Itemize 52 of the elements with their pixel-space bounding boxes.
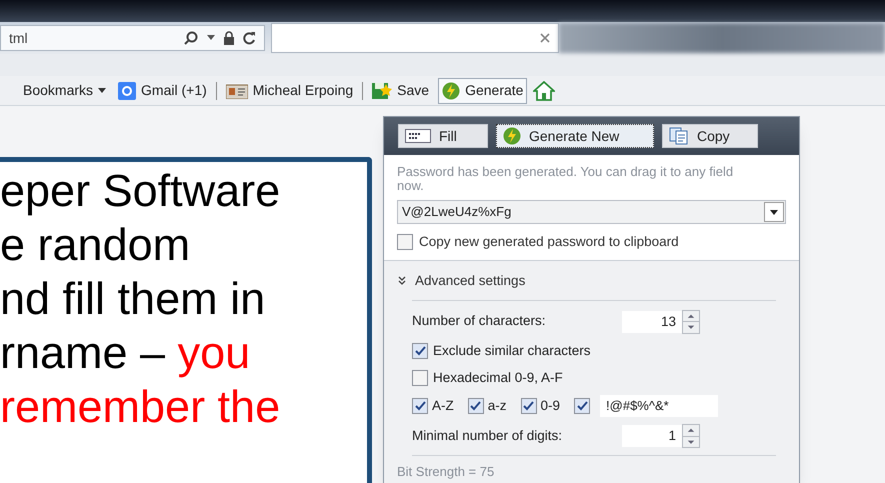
advanced-settings-toggle[interactable]: Advanced settings	[397, 271, 786, 292]
checkbox[interactable]	[412, 342, 428, 359]
checkbox-label[interactable]: Hexadecimal 0-9, A-F	[433, 368, 563, 388]
callout-text: eper Software e random nd fill them in rname – you remember the	[0, 164, 282, 434]
double-chevron-icon	[397, 276, 407, 286]
symbols-field[interactable]: !@#$%^&*	[600, 395, 718, 417]
caret-icon	[98, 88, 106, 93]
lightning-icon	[442, 82, 460, 100]
keyboard-icon	[405, 129, 431, 143]
status-message: Password has been generated. You can drag it to any field now.	[397, 165, 734, 193]
id-card-icon	[226, 82, 248, 98]
caret-icon[interactable]	[207, 35, 215, 41]
search-icon[interactable]	[183, 30, 199, 46]
bookmark-item[interactable]: Gmail (+1)	[115, 78, 210, 104]
checkbox[interactable]	[574, 398, 590, 414]
lightning-icon	[503, 127, 521, 145]
refresh-icon[interactable]	[243, 31, 256, 45]
bookmark-item[interactable]: Save	[369, 78, 432, 104]
lock-icon	[223, 31, 235, 45]
number-field[interactable]: 13	[622, 310, 682, 332]
generate-button[interactable]: Generate New	[496, 124, 654, 148]
checkbox[interactable]	[468, 398, 484, 414]
checkbox[interactable]	[412, 398, 428, 414]
spin-buttons[interactable]	[682, 310, 700, 334]
checkbox[interactable]	[412, 370, 428, 386]
fill-button[interactable]: Fill	[398, 124, 488, 148]
bookmarks-menu[interactable]: Bookmarks	[20, 78, 110, 104]
caret-icon	[770, 210, 778, 214]
checkbox[interactable]	[520, 398, 537, 414]
search-field[interactable]	[271, 23, 559, 53]
home-icon[interactable]	[533, 80, 556, 100]
checkbox-label[interactable]: a-z	[488, 396, 507, 416]
spin-buttons[interactable]	[682, 424, 700, 448]
copy-button[interactable]: Copy	[662, 124, 758, 148]
field-label: Minimal number of digits:	[412, 426, 564, 445]
address-text: tml	[9, 28, 29, 48]
address-bar[interactable]: tml	[0, 25, 265, 51]
password-field[interactable]: V@2LweU4z%xFg	[397, 200, 786, 224]
checkbox-label[interactable]: 0-9	[540, 396, 560, 416]
checkbox-label[interactable]: A-Z	[432, 396, 454, 416]
checkbox-label[interactable]: Copy new generated password to clipboard	[419, 232, 679, 252]
field-label: Number of characters:	[412, 312, 547, 330]
number-field[interactable]: 1	[622, 425, 682, 447]
dropdown-button[interactable]	[764, 202, 784, 222]
bit-strength-text: Bit Strength = 75	[397, 464, 494, 479]
bookmark-item[interactable]: Micheal Erpoing	[222, 78, 356, 104]
close-icon[interactable]	[540, 33, 550, 43]
checkbox[interactable]	[397, 234, 413, 250]
copy-icon	[669, 127, 689, 145]
bookmark-item[interactable]: Generate	[438, 78, 528, 104]
floppy-disk-icon	[372, 82, 392, 100]
checkbox-label[interactable]: Exclude similar characters	[433, 340, 591, 361]
